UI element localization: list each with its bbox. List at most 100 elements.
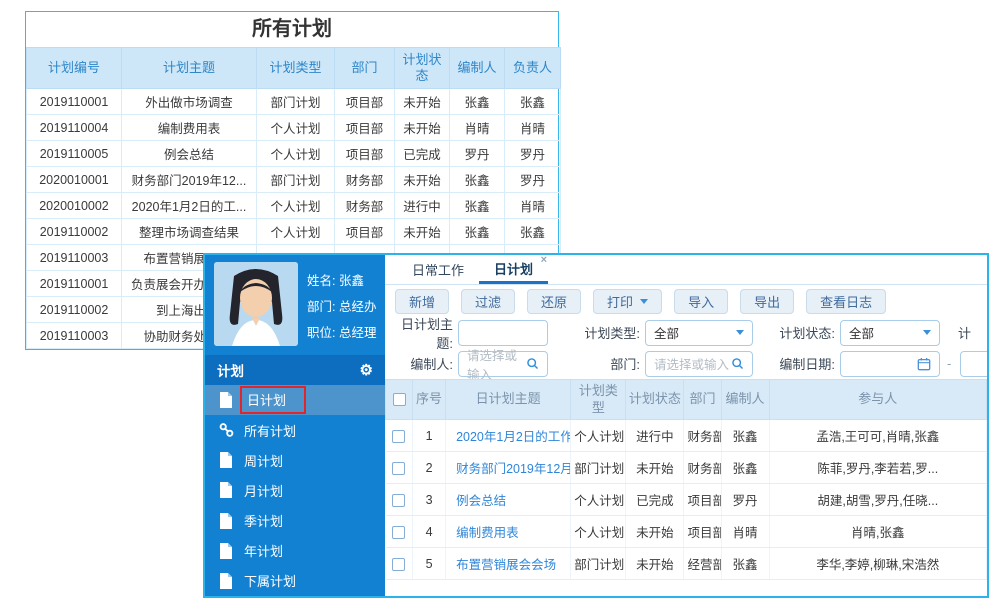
cell-plan-number: 2019110002: [26, 218, 122, 245]
filter-button[interactable]: 过滤: [461, 288, 516, 314]
sidebar-item-年计划[interactable]: 年计划: [205, 536, 385, 566]
cell-plan-number: 2019110003: [26, 322, 122, 349]
sidebar-item-月计划[interactable]: 月计划: [205, 475, 385, 505]
doc-icon: [219, 512, 234, 529]
row-checkbox[interactable]: [392, 429, 406, 443]
tab-daily-work[interactable]: 日常工作: [397, 255, 479, 284]
row-checkbox[interactable]: [392, 493, 406, 507]
cell-value: 肖晴: [504, 114, 561, 141]
cell-dept: 项目部: [683, 515, 722, 548]
sidebar: 姓名: 张鑫 部门: 总经办 职位: 总经理 计划 ⚙ 日计划 所有计划 周计划 月计…: [205, 255, 385, 596]
table-row: 2019110001 外出做市场调查 部门计划 项目部 未开始 张鑫 张鑫: [26, 88, 561, 115]
cell-participants: 胡建,胡雪,罗丹,任晓...: [769, 483, 987, 516]
sidebar-item-季计划[interactable]: 季计划: [205, 506, 385, 536]
date-range-dash: -: [947, 356, 952, 371]
subject-filter-input[interactable]: [458, 319, 548, 346]
row-checkbox[interactable]: [392, 525, 406, 539]
tab-bar: 日常工作 日计划 ×: [385, 255, 987, 285]
sidebar-item-所有计划[interactable]: 所有计划: [205, 415, 385, 445]
column-header: 负责人: [504, 47, 561, 89]
row-checkbox[interactable]: [392, 557, 406, 571]
column-header: 编制人: [449, 47, 505, 89]
sidebar-item-下属计划[interactable]: 下属计划: [205, 566, 385, 596]
select-all-checkbox[interactable]: [392, 393, 406, 407]
dept-filter-input[interactable]: 请选择或输入: [645, 350, 753, 377]
cell-value: 个人计划: [256, 140, 335, 167]
date-to-input[interactable]: [960, 350, 987, 377]
cell-creator: 张鑫: [721, 419, 770, 452]
table-row: 2020010002 2020年1月2日的工... 个人计划 财务部 进行中 张鑫 肖晴: [26, 192, 561, 219]
column-header: 部门: [334, 47, 395, 89]
avatar: [214, 262, 298, 346]
reset-button[interactable]: 还原: [527, 288, 582, 314]
cell-checkbox: [385, 451, 414, 484]
cell-value: 罗丹: [449, 140, 505, 167]
cell-value: 张鑫: [504, 88, 561, 115]
status-filter-select[interactable]: 全部: [840, 319, 940, 346]
screen: 所有计划 计划编号 计划主题 计划类型 部门 计划状态 编制人 负责人 2019110001…: [0, 0, 1000, 600]
print-button[interactable]: 打印: [593, 288, 663, 314]
cell-index: 5: [412, 547, 447, 580]
cell-checkbox: [385, 419, 414, 452]
cell-plan-number: 2019110001: [26, 270, 122, 297]
sidebar-item-日计划[interactable]: 日计划: [205, 385, 385, 416]
cell-value: 个人计划: [256, 114, 335, 141]
import-button[interactable]: 导入: [674, 288, 729, 314]
close-tab-icon[interactable]: ×: [541, 255, 547, 266]
profile-department: 部门: 总经办: [307, 299, 377, 314]
cell-value: 张鑫: [449, 166, 505, 193]
plan-subject-link[interactable]: 财务部门2019年12月的...: [445, 451, 572, 484]
date-from-input[interactable]: [840, 350, 940, 377]
cell-dept: 项目部: [683, 483, 722, 516]
column-header: 日计划主题: [445, 379, 572, 420]
cell-checkbox: [385, 483, 414, 516]
column-header: 计划状态: [394, 47, 450, 89]
daily-plan-window: 姓名: 张鑫 部门: 总经办 职位: 总经理 计划 ⚙ 日计划 所有计划 周计划 月计…: [203, 253, 989, 598]
cell-type: 个人计划: [570, 483, 627, 516]
tab-label: 日常工作: [412, 263, 465, 278]
creator-filter-input[interactable]: 请选择或输入: [458, 349, 548, 382]
tab-daily-plan[interactable]: 日计划 ×: [479, 255, 549, 284]
gear-icon[interactable]: ⚙: [360, 363, 373, 378]
table-row: 2019110002 整理市场调查结果 个人计划 项目部 未开始 张鑫 张鑫: [26, 218, 561, 245]
sidebar-item-周计划[interactable]: 周计划: [205, 445, 385, 475]
cell-value: 项目部: [334, 218, 395, 245]
plan-subject-link[interactable]: 编制费用表: [445, 515, 572, 548]
cell-value: 部门计划: [256, 88, 335, 115]
plan-subject-link[interactable]: 2020年1月2日的工作日...: [445, 419, 572, 452]
search-icon[interactable]: [731, 357, 744, 370]
type-filter-select[interactable]: 全部: [645, 319, 753, 346]
column-header: 计划主题: [121, 47, 257, 89]
view-log-button[interactable]: 查看日志: [806, 288, 887, 314]
cell-status: 进行中: [625, 419, 685, 452]
add-button[interactable]: 新增: [395, 288, 450, 314]
cell-plan-number: 2019110003: [26, 244, 122, 271]
doc-icon: [219, 482, 234, 499]
toolbar: 新增 过滤 还原 打印 导入 导出 查看日志: [385, 285, 987, 317]
cell-creator: 张鑫: [721, 451, 770, 484]
column-header: 参与人: [768, 379, 987, 420]
cell-value: 财务部: [334, 192, 395, 219]
cell-checkbox: [385, 547, 414, 580]
creator-filter-label: 编制人:: [410, 357, 453, 372]
cell-dept: 经营部: [683, 547, 722, 580]
cell-value: 进行中: [394, 192, 450, 219]
export-button[interactable]: 导出: [740, 288, 795, 314]
calendar-icon[interactable]: [917, 357, 931, 371]
cell-value: 个人计划: [256, 218, 335, 245]
plan-subject-link[interactable]: 布置营销展会会场: [445, 547, 572, 580]
all-plans-title: 所有计划: [252, 18, 332, 40]
cell-value: 项目部: [334, 114, 395, 141]
cell-value: 张鑫: [449, 88, 505, 115]
row-checkbox[interactable]: [392, 461, 406, 475]
cell-value: 未开始: [394, 88, 450, 115]
cell-plan-number: 2019110001: [26, 88, 122, 115]
doc-icon: [219, 452, 234, 469]
cell-value: 项目部: [334, 88, 395, 115]
table-row: 2020010001 财务部门2019年12... 部门计划 财务部 未开始 张鑫 罗丹: [26, 166, 561, 193]
column-header: 计划编号: [26, 47, 122, 89]
tab-label: 日计划: [494, 261, 534, 277]
table-row: 12020年1月2日的工作日...个人计划进行中财务部张鑫孟浩,王可可,肖晴,张…: [385, 419, 987, 452]
search-icon[interactable]: [526, 357, 539, 370]
plan-subject-link[interactable]: 例会总结: [445, 483, 572, 516]
